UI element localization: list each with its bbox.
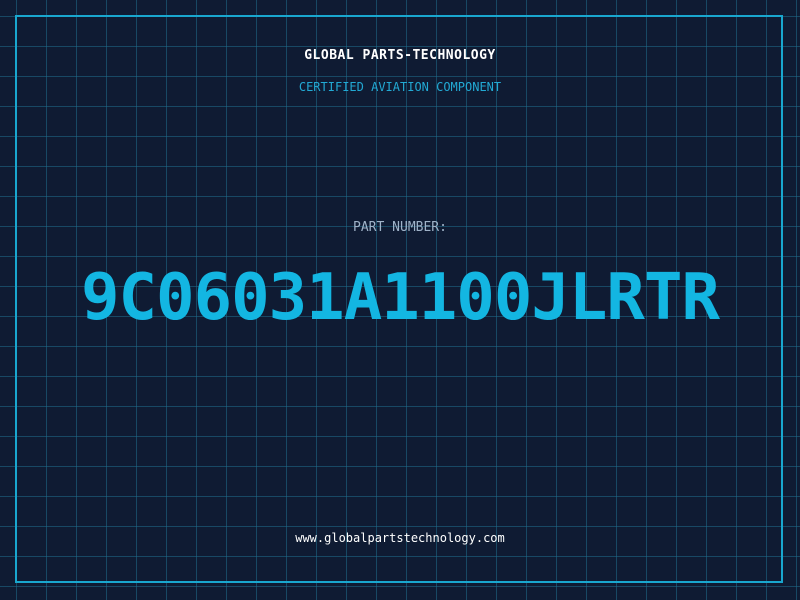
part-number-label: PART NUMBER: [353, 220, 447, 235]
certification-subtitle: CERTIFIED AVIATION COMPONENT [298, 80, 502, 94]
part-number-value: 9C06031A1100JLRTR [80, 261, 720, 335]
website-url: www.globalpartstechnology.com [295, 531, 505, 545]
part-card: GLOBAL PARTS-TECHNOLOGY CERTIFIED AVIATI… [0, 0, 800, 600]
company-name: GLOBAL PARTS-TECHNOLOGY [304, 48, 496, 63]
